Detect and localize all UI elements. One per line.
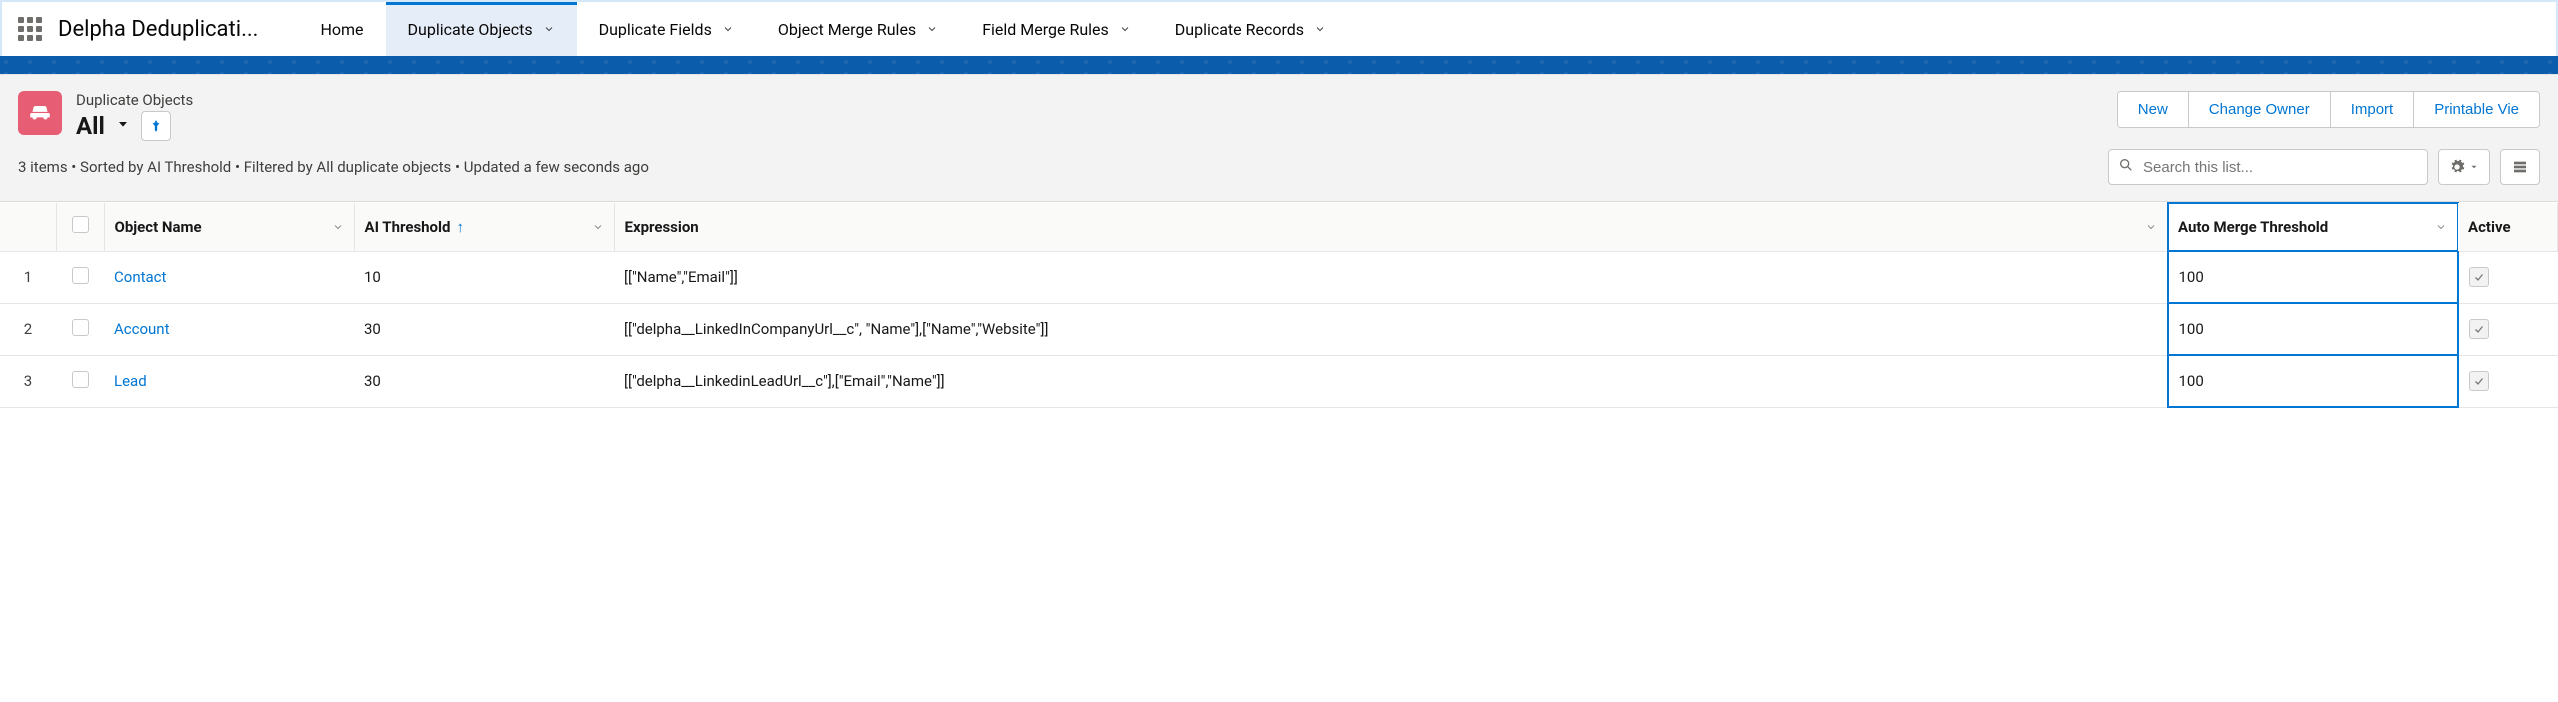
tab-duplicate-fields[interactable]: Duplicate Fields — [577, 2, 756, 56]
cell-auto-merge-threshold: 100 — [2168, 303, 2458, 355]
object-name-link[interactable]: Lead — [114, 372, 147, 390]
row-select-cell[interactable] — [56, 303, 104, 355]
list-meta: 3 items • Sorted by AI Threshold • Filte… — [18, 158, 649, 176]
search-icon — [2118, 157, 2134, 177]
row-number: 2 — [0, 303, 56, 355]
tab-home[interactable]: Home — [298, 2, 385, 56]
cell-ai-threshold: 30 — [354, 355, 614, 407]
cell-object-name: Account — [104, 303, 354, 355]
pin-button[interactable] — [141, 111, 171, 141]
col-rownum — [0, 203, 56, 251]
col-active-label: Active — [2468, 218, 2511, 236]
list-view-name[interactable]: All — [76, 112, 105, 140]
sort-arrow-icon: ↑ — [456, 218, 464, 236]
cell-expression: [["delpha__LinkedinLeadUrl__c"],["Email"… — [614, 355, 2168, 407]
col-expression-label: Expression — [625, 218, 699, 236]
chevron-down-icon[interactable] — [2435, 221, 2447, 233]
cell-active — [2458, 303, 2558, 355]
active-checkbox-icon — [2469, 267, 2489, 287]
object-name-link[interactable]: Account — [114, 320, 170, 338]
row-number: 1 — [0, 251, 56, 303]
row-select-cell[interactable] — [56, 251, 104, 303]
app-launcher-icon[interactable] — [2, 17, 58, 41]
cell-ai-threshold: 30 — [354, 303, 614, 355]
change-owner-button[interactable]: Change Owner — [2189, 92, 2331, 127]
cell-auto-merge-threshold: 100 — [2168, 355, 2458, 407]
checkbox[interactable] — [72, 216, 89, 233]
tab-duplicate-objects-label: Duplicate Objects — [408, 20, 533, 39]
import-button[interactable]: Import — [2331, 92, 2415, 127]
col-select-all[interactable] — [56, 203, 104, 251]
list-settings-button[interactable] — [2438, 149, 2490, 185]
active-checkbox-icon — [2469, 371, 2489, 391]
cell-expression: [["delpha__LinkedInCompanyUrl__c", "Name… — [614, 303, 2168, 355]
display-as-button[interactable] — [2500, 149, 2540, 185]
cell-expression: [["Name","Email"]] — [614, 251, 2168, 303]
app-name: Delpha Deduplicati... — [58, 17, 258, 42]
tab-duplicate-records-label: Duplicate Records — [1175, 20, 1304, 39]
tab-duplicate-records[interactable]: Duplicate Records — [1153, 2, 1348, 56]
new-button[interactable]: New — [2118, 92, 2189, 127]
object-icon — [18, 91, 62, 135]
chevron-down-icon[interactable] — [2145, 221, 2157, 233]
decorative-ribbon — [0, 56, 2558, 74]
checkbox[interactable] — [72, 267, 89, 284]
tab-object-merge-rules-label: Object Merge Rules — [778, 20, 916, 39]
chevron-down-icon[interactable] — [332, 221, 344, 233]
tab-object-merge-rules[interactable]: Object Merge Rules — [756, 2, 960, 56]
col-object-name[interactable]: Object Name — [104, 203, 354, 251]
row-number: 3 — [0, 355, 56, 407]
breadcrumb: Duplicate Objects — [76, 91, 2103, 109]
table-row: 3 Lead 30 [["delpha__LinkedinLeadUrl__c"… — [0, 355, 2558, 407]
tab-duplicate-fields-label: Duplicate Fields — [599, 20, 712, 39]
col-auto-merge-threshold-label: Auto Merge Threshold — [2178, 218, 2328, 236]
checkbox[interactable] — [72, 319, 89, 336]
table-row: 2 Account 30 [["delpha__LinkedInCompanyU… — [0, 303, 2558, 355]
cell-active — [2458, 355, 2558, 407]
col-auto-merge-threshold[interactable]: Auto Merge Threshold — [2168, 203, 2458, 251]
printable-view-button[interactable]: Printable Vie — [2414, 92, 2539, 127]
search-input[interactable] — [2108, 149, 2428, 185]
chevron-down-icon[interactable] — [722, 23, 734, 35]
nav-tabs: Home Duplicate Objects Duplicate Fields … — [298, 2, 1348, 56]
cell-ai-threshold: 10 — [354, 251, 614, 303]
row-select-cell[interactable] — [56, 355, 104, 407]
cell-active — [2458, 251, 2558, 303]
tab-duplicate-objects[interactable]: Duplicate Objects — [386, 2, 577, 56]
tab-home-label: Home — [320, 20, 363, 39]
chevron-down-icon[interactable] — [1119, 23, 1131, 35]
object-name-link[interactable]: Contact — [114, 268, 166, 286]
list-view-picker-icon[interactable] — [115, 116, 131, 136]
col-ai-threshold[interactable]: AI Threshold ↑ — [354, 203, 614, 251]
cell-object-name: Contact — [104, 251, 354, 303]
top-nav: Delpha Deduplicati... Home Duplicate Obj… — [2, 2, 2556, 56]
action-bar: New Change Owner Import Printable Vie — [2117, 91, 2540, 128]
chevron-down-icon[interactable] — [592, 221, 604, 233]
col-ai-threshold-label: AI Threshold — [365, 218, 451, 236]
active-checkbox-icon — [2469, 319, 2489, 339]
chevron-down-icon[interactable] — [543, 23, 555, 35]
chevron-down-icon[interactable] — [1314, 23, 1326, 35]
tab-field-merge-rules[interactable]: Field Merge Rules — [960, 2, 1153, 56]
checkbox[interactable] — [72, 371, 89, 388]
col-active[interactable]: Active — [2458, 203, 2558, 251]
data-table: Object Name AI Threshold ↑ Expression Aut… — [0, 202, 2558, 408]
col-object-name-label: Object Name — [115, 218, 202, 236]
cell-auto-merge-threshold: 100 — [2168, 251, 2458, 303]
table-row: 1 Contact 10 [["Name","Email"]] 100 — [0, 251, 2558, 303]
col-expression[interactable]: Expression — [614, 203, 2168, 251]
tab-field-merge-rules-label: Field Merge Rules — [982, 20, 1109, 39]
chevron-down-icon[interactable] — [926, 23, 938, 35]
cell-object-name: Lead — [104, 355, 354, 407]
